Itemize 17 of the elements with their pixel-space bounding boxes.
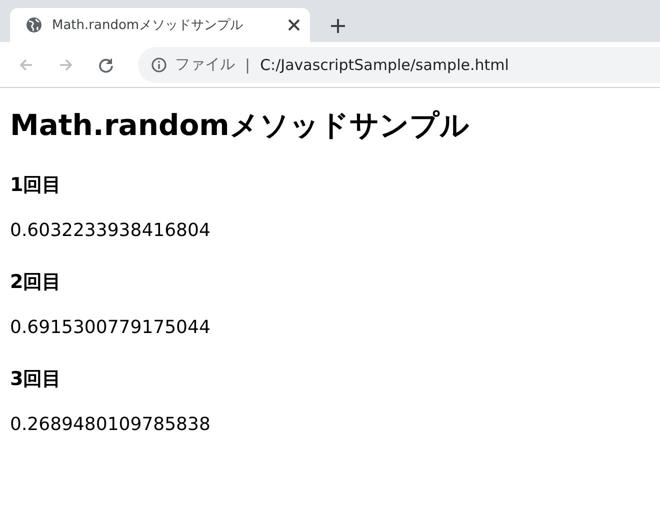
page-heading: Math.randomメソッドサンプル bbox=[10, 107, 470, 144]
new-tab-icon[interactable] bbox=[330, 18, 346, 34]
section-heading: 3回目 bbox=[10, 367, 62, 392]
scheme-label: ファイル bbox=[175, 55, 235, 74]
section-heading: 2回目 bbox=[10, 270, 62, 295]
globe-icon bbox=[26, 17, 42, 33]
reload-icon[interactable] bbox=[98, 56, 114, 72]
info-icon[interactable] bbox=[151, 56, 167, 72]
random-value: 0.6032233938416804 bbox=[10, 220, 212, 241]
browser-tab[interactable]: Math.randomメソッドサンプル bbox=[10, 8, 310, 42]
separator: | bbox=[245, 56, 250, 74]
random-value: 0.6915300779175044 bbox=[10, 317, 212, 338]
url-text: C:/JavascriptSample/sample.html bbox=[260, 56, 509, 74]
section-heading: 1回目 bbox=[10, 173, 62, 198]
random-value: 0.2689480109785838 bbox=[10, 414, 212, 435]
address-bar[interactable]: ファイル | C:/JavascriptSample/sample.html bbox=[138, 46, 660, 82]
close-icon[interactable] bbox=[288, 19, 300, 31]
